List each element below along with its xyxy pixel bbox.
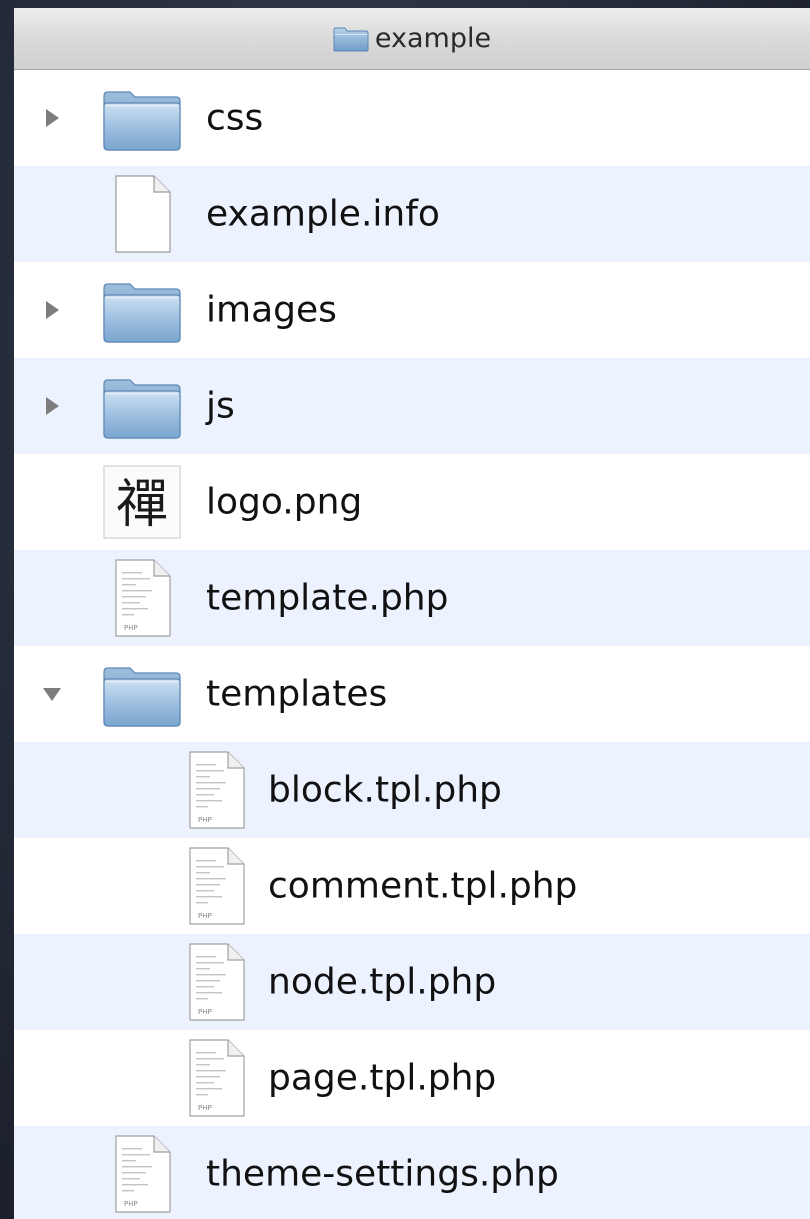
php-badge: PHP: [198, 912, 212, 920]
finder-window: example css example.info images js 禪 log…: [14, 8, 810, 1219]
php-badge: PHP: [124, 624, 138, 632]
item-name: example.info: [206, 193, 440, 235]
php-badge: PHP: [198, 1008, 212, 1016]
item-name: template.php: [206, 577, 449, 619]
php-badge: PHP: [198, 816, 212, 824]
item-name: block.tpl.php: [268, 769, 502, 811]
file-row[interactable]: 禪 logo.png: [14, 454, 810, 550]
php-file-icon: PHP: [174, 748, 258, 832]
folder-icon: [100, 364, 184, 448]
item-name: node.tpl.php: [268, 961, 497, 1003]
php-file-icon: PHP: [174, 940, 258, 1024]
file-row[interactable]: PHP page.tpl.php: [14, 1030, 810, 1126]
disclosure-triangle-collapsed-icon[interactable]: [42, 300, 62, 320]
folder-row[interactable]: images: [14, 262, 810, 358]
folder-row[interactable]: templates: [14, 646, 810, 742]
item-name: comment.tpl.php: [268, 865, 578, 907]
item-name: logo.png: [206, 481, 363, 523]
item-name: theme-settings.php: [206, 1153, 559, 1195]
window-titlebar[interactable]: example: [14, 8, 810, 70]
item-name: templates: [206, 673, 388, 715]
window-title: example: [374, 23, 492, 54]
item-name: images: [206, 289, 337, 331]
file-row[interactable]: PHP template.php: [14, 550, 810, 646]
php-file-icon: PHP: [174, 1036, 258, 1120]
folder-icon: [100, 652, 184, 736]
folder-icon: [100, 268, 184, 352]
php-badge: PHP: [124, 1200, 138, 1208]
folder-row[interactable]: js: [14, 358, 810, 454]
disclosure-triangle-expanded-icon[interactable]: [42, 684, 62, 704]
php-badge: PHP: [198, 1104, 212, 1112]
disclosure-triangle-collapsed-icon[interactable]: [42, 108, 62, 128]
folder-row[interactable]: css: [14, 70, 810, 166]
image-icon: 禪: [100, 460, 184, 544]
file-row[interactable]: PHP comment.tpl.php: [14, 838, 810, 934]
file-row[interactable]: PHP block.tpl.php: [14, 742, 810, 838]
php-file-icon: PHP: [174, 844, 258, 928]
logo-thumbnail-glyph: 禪: [116, 475, 168, 535]
file-row[interactable]: PHP theme-settings.php: [14, 1126, 810, 1219]
item-name: page.tpl.php: [268, 1057, 497, 1099]
php-file-icon: PHP: [100, 556, 184, 640]
item-name: css: [206, 97, 264, 139]
file-list: css example.info images js 禪 logo.png PH…: [14, 70, 810, 1219]
folder-icon: [333, 26, 369, 52]
document-icon: [100, 172, 184, 256]
file-row[interactable]: PHP node.tpl.php: [14, 934, 810, 1030]
file-row[interactable]: example.info: [14, 166, 810, 262]
disclosure-triangle-collapsed-icon[interactable]: [42, 396, 62, 416]
item-name: js: [206, 385, 235, 427]
php-file-icon: PHP: [100, 1132, 184, 1216]
folder-icon: [100, 76, 184, 160]
